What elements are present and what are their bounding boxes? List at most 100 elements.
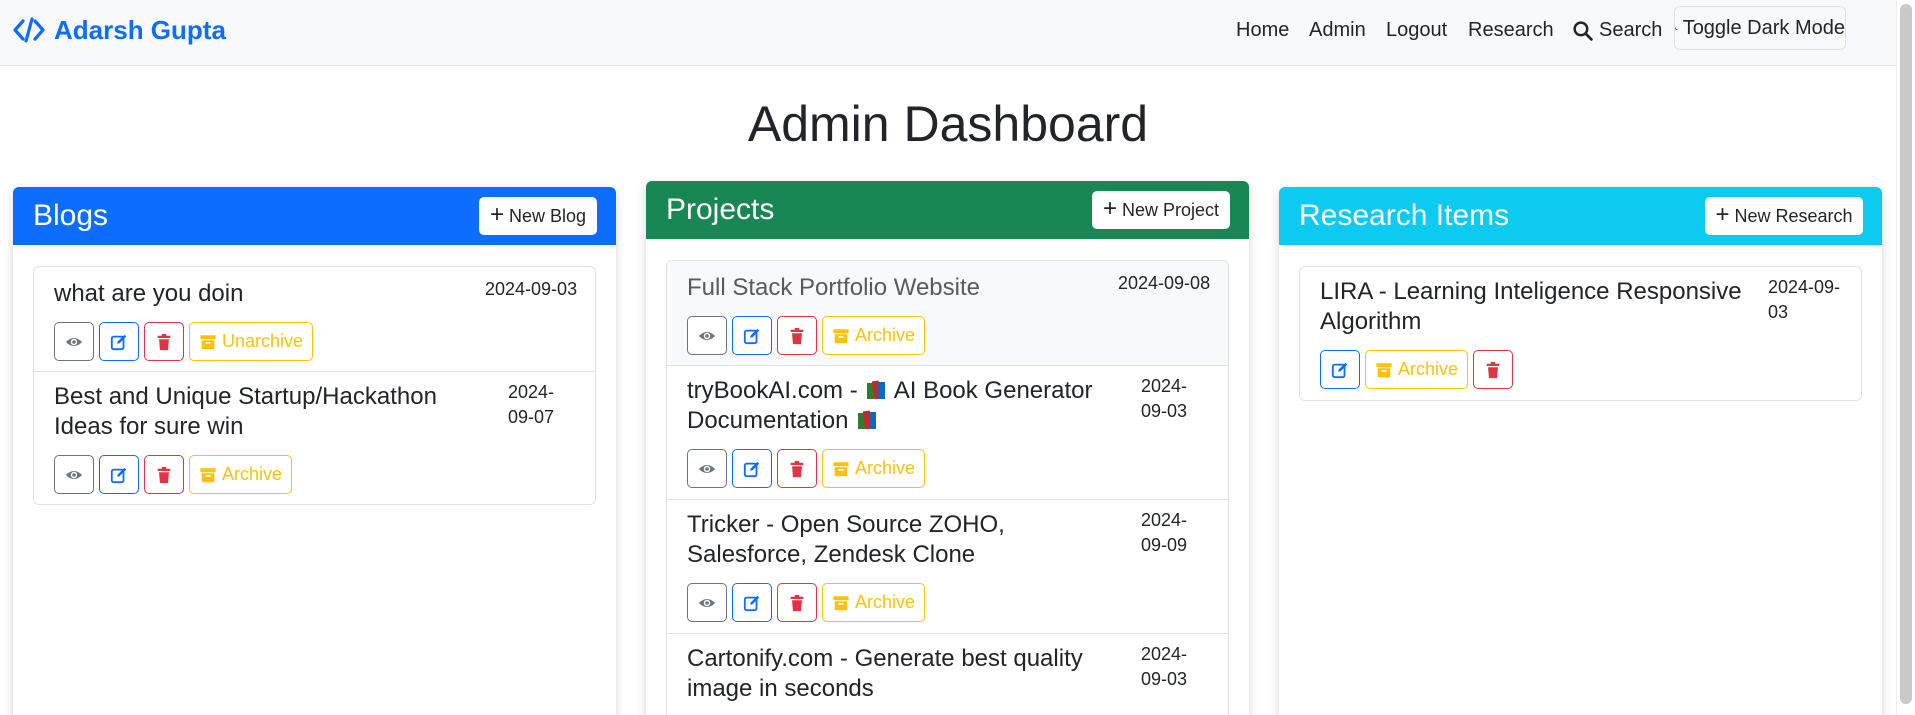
unarchive-button[interactable]: Unarchive (189, 322, 314, 361)
view-button[interactable] (687, 316, 727, 355)
nav-admin-link[interactable]: Admin (1309, 19, 1366, 42)
edit-icon (110, 467, 127, 483)
projects-list: Full Stack Portfolio Website 2024-09-08 … (666, 260, 1229, 715)
delete-button[interactable] (777, 316, 817, 355)
blog-date: 2024-09-03 (485, 279, 578, 299)
research-list: LIRA - Learning Inteligence Responsive A… (1299, 266, 1862, 401)
projects-card-header: Projects + New Project (646, 181, 1249, 239)
search-icon (1573, 21, 1593, 41)
plus-icon: + (1102, 195, 1117, 222)
archive-icon (1376, 362, 1392, 377)
research-card-header: Research Items + New Research (1279, 187, 1882, 245)
archive-button[interactable]: Archive (822, 583, 926, 622)
archive-button[interactable]: Archive (1365, 350, 1469, 389)
archive-icon (200, 334, 216, 349)
trash-icon (790, 327, 804, 344)
new-research-button[interactable]: + New Research (1705, 197, 1863, 235)
navbar: Adarsh Gupta Home Admin Logout Research … (0, 0, 1896, 66)
list-item[interactable]: Full Stack Portfolio Website 2024-09-08 … (667, 261, 1228, 366)
blog-title: Best and Unique Startup/Hackathon Ideas … (54, 383, 437, 440)
nav-logout-link[interactable]: Logout (1386, 19, 1447, 42)
list-item: LIRA - Learning Inteligence Responsive A… (1300, 267, 1861, 400)
blogs-list: what are you doin 2024-09-03 Unarchive B… (33, 266, 596, 505)
list-item: Best and Unique Startup/Hackathon Ideas … (34, 372, 595, 504)
research-date: 2024-09-03 (1768, 277, 1841, 322)
brand-link[interactable]: Adarsh Gupta (12, 15, 226, 45)
edit-button[interactable] (99, 322, 139, 361)
toggle-dark-mode-button[interactable]: Toggle Dark Mode (1674, 6, 1846, 50)
new-project-label: New Project (1121, 199, 1220, 220)
edit-icon (743, 461, 760, 477)
delete-button[interactable] (1473, 350, 1514, 389)
brand-name: Adarsh Gupta (54, 14, 226, 45)
delete-button[interactable] (144, 322, 184, 361)
eye-icon (698, 464, 716, 473)
blog-title: what are you doin (54, 280, 244, 307)
archive-button[interactable]: Archive (822, 316, 926, 355)
project-title: Tricker - Open Source ZOHO, Salesforce, … (687, 511, 1005, 568)
new-blog-label: New Blog (508, 205, 587, 226)
edit-icon (1331, 362, 1348, 378)
trash-icon (157, 333, 171, 350)
archive-label: Archive (855, 458, 916, 478)
code-icon (13, 17, 45, 43)
delete-button[interactable] (777, 583, 817, 622)
blog-actions: Unarchive (54, 322, 314, 361)
toggle-dark-mode-label: Toggle Dark Mode (1682, 16, 1845, 39)
archive-label: Archive (855, 592, 916, 612)
delete-button[interactable] (777, 449, 817, 488)
list-item: Cartonify.com - Generate best quality im… (667, 634, 1228, 715)
view-button[interactable] (687, 583, 727, 622)
edit-button[interactable] (732, 449, 772, 488)
archive-icon (200, 467, 216, 482)
edit-button[interactable] (1320, 350, 1360, 389)
plus-icon: + (1715, 201, 1730, 228)
projects-card: Projects + New Project Full Stack Portfo… (646, 181, 1249, 715)
research-title-text: LIRA - Learning Inteligence Responsive A… (1320, 278, 1742, 335)
list-item: tryBookAI.com - AI Book Generator Docume… (667, 366, 1228, 500)
nav-home-link[interactable]: Home (1236, 19, 1289, 42)
blogs-card: Blogs + New Blog what are you doin 2024-… (13, 187, 616, 715)
edit-button[interactable] (99, 455, 139, 494)
moon-icon (1675, 26, 1679, 30)
blogs-card-header: Blogs + New Blog (13, 187, 616, 245)
archive-label: Archive (1398, 359, 1459, 379)
archive-label: Archive (855, 325, 916, 345)
eye-icon (698, 598, 716, 607)
eye-icon (65, 337, 83, 346)
project-title: Full Stack Portfolio Website (687, 274, 981, 301)
view-button[interactable] (54, 455, 94, 494)
new-research-label: New Research (1734, 205, 1853, 226)
archive-button[interactable]: Archive (822, 449, 926, 488)
project-date: 2024-09-03 (1141, 376, 1188, 421)
blog-actions: Archive (54, 455, 293, 494)
research-title: Research Items (1299, 199, 1510, 232)
new-blog-button[interactable]: + New Blog (479, 197, 597, 235)
project-date: 2024-09-03 (1141, 644, 1188, 689)
blog-date: 2024-09-07 (508, 382, 555, 427)
nav-search-link[interactable]: Search (1572, 19, 1662, 42)
books-icon (867, 380, 886, 400)
trash-icon (790, 594, 804, 611)
books-icon (858, 410, 877, 430)
nav-research-link[interactable]: Research (1468, 19, 1554, 42)
archive-icon (833, 461, 849, 476)
trash-icon (1486, 361, 1500, 378)
edit-button[interactable] (732, 583, 772, 622)
page-scrollbar[interactable] (1896, 0, 1915, 715)
plus-icon: + (489, 201, 504, 228)
project-title-part: tryBookAI.com - (687, 377, 865, 404)
project-date: 2024-09-08 (1118, 273, 1211, 293)
blogs-title: Blogs (33, 199, 109, 232)
edit-icon (743, 595, 760, 611)
list-item: what are you doin 2024-09-03 Unarchive (34, 267, 595, 372)
view-button[interactable] (54, 322, 94, 361)
page-title: Admin Dashboard (747, 96, 1149, 152)
research-card: Research Items + New Research LIRA - Lea… (1279, 187, 1882, 715)
edit-button[interactable] (732, 316, 772, 355)
new-project-button[interactable]: + New Project (1092, 191, 1230, 229)
view-button[interactable] (687, 449, 727, 488)
delete-button[interactable] (144, 455, 184, 494)
archive-button[interactable]: Archive (189, 455, 293, 494)
scrollbar-thumb[interactable] (1900, 4, 1912, 704)
